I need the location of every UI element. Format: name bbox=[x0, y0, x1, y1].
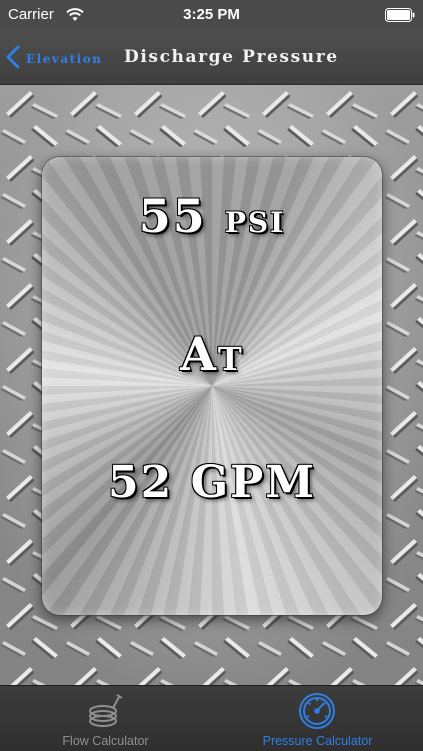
connector-text: At bbox=[180, 327, 244, 381]
pressure-result: 55 psi bbox=[42, 189, 382, 243]
tab-bar: Flow Calculator Pressure Calculator bbox=[0, 685, 423, 751]
pressure-gauge-icon bbox=[299, 693, 335, 729]
hose-reel-icon bbox=[89, 694, 123, 727]
pressure-value: 55 bbox=[138, 189, 207, 243]
chevron-left-icon bbox=[6, 45, 20, 69]
tab-flow-calculator-label: Flow Calculator bbox=[62, 734, 149, 748]
tab-flow-calculator[interactable]: Flow Calculator bbox=[0, 686, 211, 751]
tab-pressure-calculator[interactable]: Pressure Calculator bbox=[212, 686, 423, 751]
navigation-bar: Elevation Discharge Pressure bbox=[0, 30, 423, 85]
flow-result: 52 GPM bbox=[108, 457, 316, 508]
back-button[interactable]: Elevation bbox=[6, 40, 102, 74]
back-button-label: Elevation bbox=[26, 52, 103, 66]
status-bar: Carrier 3:25 PM bbox=[0, 0, 423, 30]
result-card: 55 psi At 52 GPM bbox=[42, 157, 382, 615]
page-title: Discharge Pressure bbox=[124, 47, 339, 67]
pressure-unit: psi bbox=[224, 195, 286, 242]
status-time: 3:25 PM bbox=[183, 6, 240, 23]
tab-pressure-calculator-label: Pressure Calculator bbox=[262, 734, 373, 748]
battery-icon bbox=[385, 8, 415, 22]
